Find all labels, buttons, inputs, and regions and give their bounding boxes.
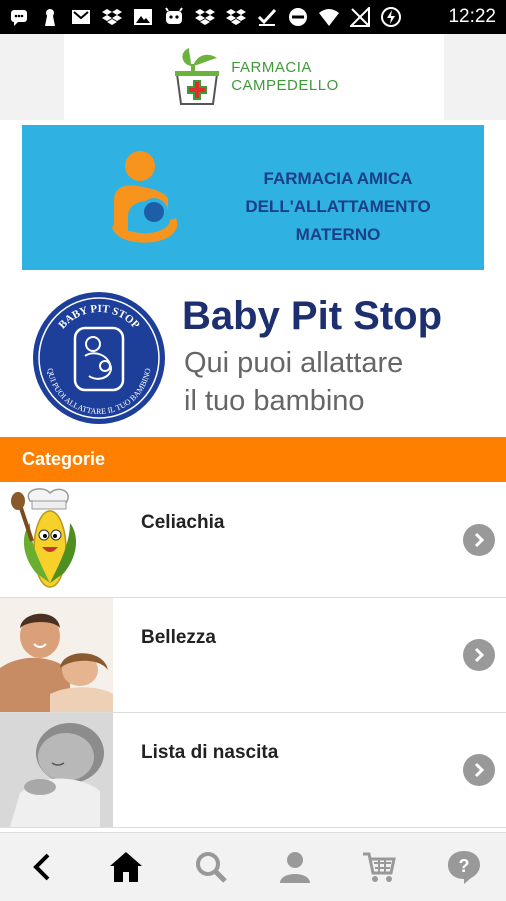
category-label: Lista di nascita xyxy=(141,742,279,763)
breastfeeding-mother-icon xyxy=(112,151,178,243)
chevron-right-icon[interactable] xyxy=(463,524,495,556)
pit-stop-title: Baby Pit Stop xyxy=(182,294,443,338)
do-not-disturb-icon xyxy=(287,7,309,27)
back-button[interactable] xyxy=(0,833,84,901)
cart-icon xyxy=(363,852,397,882)
home-button[interactable] xyxy=(84,833,168,901)
logo-area[interactable]: FARMACIA CAMPEDELLO xyxy=(64,34,444,120)
help-button[interactable]: ? xyxy=(422,833,506,901)
banner-text: FARMACIA AMICA DELL'ALLATTAMENTO MATERNO xyxy=(190,165,486,249)
baby-pit-stop-banner[interactable]: BABY PIT STOP QUI PUOI ALLATTARE IL TUO … xyxy=(0,280,506,430)
wifi-icon xyxy=(318,7,340,27)
cart-button[interactable] xyxy=(337,833,421,901)
bottom-navigation: ? xyxy=(0,832,506,901)
category-list: Celiachia Bellezza Lista di nascita xyxy=(0,483,506,831)
pit-stop-subtitle-line-1: Qui puoi allattare xyxy=(184,347,404,379)
search-button[interactable] xyxy=(169,833,253,901)
pit-stop-subtitle: Qui puoi allattare il tuo bambino xyxy=(184,344,494,420)
smiling-couple-photo xyxy=(0,598,113,712)
dropbox-icon xyxy=(225,7,247,27)
pit-stop-subtitle-line-2: il tuo bambino xyxy=(184,385,365,417)
pharmacy-logo: FARMACIA CAMPEDELLO xyxy=(169,44,339,110)
dropbox-icon xyxy=(194,7,216,27)
back-icon xyxy=(33,853,50,881)
dropbox-icon xyxy=(101,7,123,27)
banner-line-3: MATERNO xyxy=(295,225,381,244)
home-icon xyxy=(110,852,143,882)
breastfeeding-banner[interactable]: FARMACIA AMICA DELL'ALLATTAMENTO MATERNO xyxy=(22,125,484,270)
brand-line-2: CAMPEDELLO xyxy=(231,77,339,94)
chevron-right-icon[interactable] xyxy=(463,754,495,786)
brand-line-1: FARMACIA xyxy=(231,59,312,76)
mortar-leaf-icon xyxy=(175,48,220,105)
chevron-right-icon[interactable] xyxy=(463,639,495,671)
category-thumbnail xyxy=(0,483,113,597)
app-header: FARMACIA CAMPEDELLO xyxy=(0,34,506,120)
category-thumbnail xyxy=(0,713,113,827)
brand-name: FARMACIA CAMPEDELLO xyxy=(231,59,339,95)
clock: 12:22 xyxy=(448,6,496,27)
banner-line-2: DELL'ALLATTAMENTO xyxy=(245,197,431,216)
search-icon xyxy=(195,852,227,883)
status-bar: 12:22 xyxy=(0,0,506,34)
signal-off-icon xyxy=(349,7,371,27)
category-item-lista-di-nascita[interactable]: Lista di nascita xyxy=(0,713,506,828)
corn-chef-mascot-icon xyxy=(0,483,113,597)
svg-text:?: ? xyxy=(458,856,469,876)
banner-line-1: FARMACIA AMICA xyxy=(263,169,413,188)
keyhole-icon xyxy=(39,7,61,27)
download-done-icon xyxy=(256,7,278,27)
category-label: Celiachia xyxy=(141,512,225,533)
category-item-bellezza[interactable]: Bellezza xyxy=(0,598,506,713)
battery-charging-icon xyxy=(380,7,402,27)
baby-pit-stop-badge: BABY PIT STOP QUI PUOI ALLATTARE IL TUO … xyxy=(33,292,165,424)
account-button[interactable] xyxy=(253,833,337,901)
help-icon: ? xyxy=(447,851,480,884)
category-thumbnail xyxy=(0,598,113,712)
categories-header: Categorie xyxy=(0,437,506,482)
email-icon xyxy=(70,7,92,27)
sleeping-baby-photo xyxy=(0,713,113,827)
category-item-celiachia[interactable]: Celiachia xyxy=(0,483,506,598)
user-icon xyxy=(280,852,311,883)
notification-icons xyxy=(0,7,448,27)
message-icon xyxy=(8,7,30,27)
android-icon xyxy=(163,7,185,27)
category-label: Bellezza xyxy=(141,627,216,648)
image-icon xyxy=(132,7,154,27)
